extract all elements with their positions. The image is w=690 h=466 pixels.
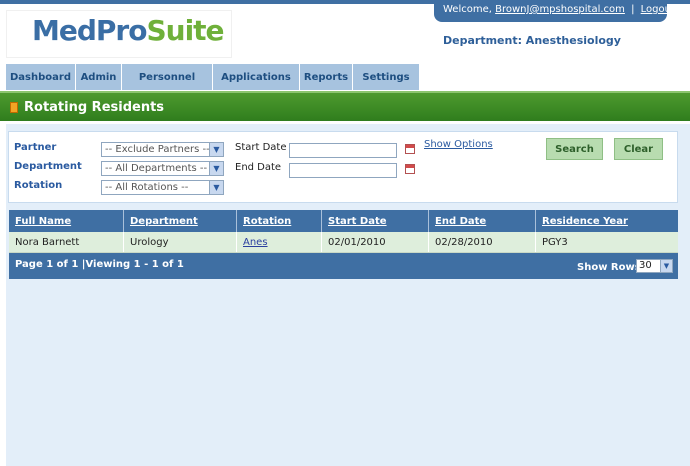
column-header-end-date[interactable]: End Date: [429, 210, 536, 232]
column-header-department[interactable]: Department: [124, 210, 237, 232]
logo-container: MedProSuite: [6, 10, 232, 58]
table-row[interactable]: Nora Barnett Urology Anes 02/01/2010 02/…: [9, 232, 678, 253]
department-select-value: -- All Departments --: [105, 163, 208, 174]
end-date-label: End Date: [235, 162, 282, 173]
main-nav: Dashboard Admin Personnel Applications R…: [6, 64, 420, 90]
end-date-input[interactable]: [289, 163, 397, 178]
nav-tab-personnel[interactable]: Personnel: [122, 64, 213, 90]
app-logo[interactable]: MedProSuite: [32, 14, 225, 47]
partner-select-value: -- Exclude Partners --: [105, 144, 210, 155]
rotation-select[interactable]: -- All Rotations -- ▼: [101, 180, 224, 195]
user-email-link[interactable]: BrownJ@mpshospital.com: [495, 4, 625, 15]
logo-text-suite: Suite: [146, 14, 224, 47]
rotation-link[interactable]: Anes: [243, 237, 268, 248]
rows-per-page-value: 30: [639, 260, 652, 271]
nav-tab-applications[interactable]: Applications: [213, 64, 300, 90]
start-date-input[interactable]: [289, 143, 397, 158]
column-header-start-date[interactable]: Start Date: [322, 210, 429, 232]
cell-rotation: Anes: [237, 232, 322, 252]
department-filter-label: Department: [14, 161, 82, 172]
rows-per-page-select[interactable]: 30 ▼: [636, 259, 673, 273]
clear-button[interactable]: Clear: [614, 138, 663, 160]
cell-residence-year: PGY3: [542, 237, 568, 248]
partner-select[interactable]: -- Exclude Partners -- ▼: [101, 142, 224, 157]
chevron-down-icon: ▼: [660, 260, 672, 272]
department-select[interactable]: -- All Departments -- ▼: [101, 161, 224, 176]
nav-tab-settings[interactable]: Settings: [353, 64, 420, 90]
pager-info: Page 1 of 1 |Viewing 1 - 1 of 1: [15, 259, 184, 270]
filter-panel: Partner -- Exclude Partners -- ▼ Departm…: [8, 131, 678, 203]
department-label: Department: Anesthesiology: [443, 34, 621, 47]
nav-tab-admin[interactable]: Admin: [76, 64, 122, 90]
column-header-residence-year[interactable]: Residence Year: [536, 210, 678, 232]
page-icon: [10, 101, 18, 113]
chevron-down-icon: ▼: [209, 162, 223, 175]
show-options-link[interactable]: Show Options: [424, 139, 493, 150]
rotation-select-value: -- All Rotations --: [105, 182, 189, 193]
chevron-down-icon: ▼: [209, 181, 223, 194]
welcome-separator: |: [631, 4, 635, 15]
column-header-rotation[interactable]: Rotation: [237, 210, 322, 232]
welcome-text: Welcome,: [443, 4, 492, 15]
user-welcome-bar: Welcome, BrownJ@mpshospital.com | Logout: [434, 0, 675, 22]
pager-bar: Page 1 of 1 |Viewing 1 - 1 of 1 Show Row…: [9, 253, 678, 279]
column-header-full-name[interactable]: Full Name: [9, 210, 124, 232]
table-header: Full Name Department Rotation Start Date…: [9, 210, 678, 232]
logo-text-medpro: MedPro: [32, 14, 147, 47]
residents-table: Full Name Department Rotation Start Date…: [9, 210, 678, 253]
show-rows-label: Show Rows: [577, 262, 641, 273]
logout-link[interactable]: Logout: [641, 4, 675, 15]
page-title-bar: Rotating Residents: [0, 91, 690, 121]
cell-start-date: 02/01/2010: [322, 232, 429, 252]
calendar-icon[interactable]: [405, 144, 415, 154]
start-date-label: Start Date: [235, 142, 287, 153]
nav-tab-reports[interactable]: Reports: [300, 64, 353, 90]
nav-tab-dashboard[interactable]: Dashboard: [6, 64, 76, 90]
page-title: Rotating Residents: [24, 99, 165, 115]
calendar-icon[interactable]: [405, 164, 415, 174]
cell-end-date: 02/28/2010: [429, 232, 536, 252]
search-button[interactable]: Search: [546, 138, 603, 160]
cell-department: Urology: [124, 232, 237, 252]
rotation-label: Rotation: [14, 180, 63, 191]
cell-full-name: Nora Barnett: [9, 232, 124, 252]
partner-label: Partner: [14, 142, 57, 153]
chevron-down-icon: ▼: [209, 143, 223, 156]
